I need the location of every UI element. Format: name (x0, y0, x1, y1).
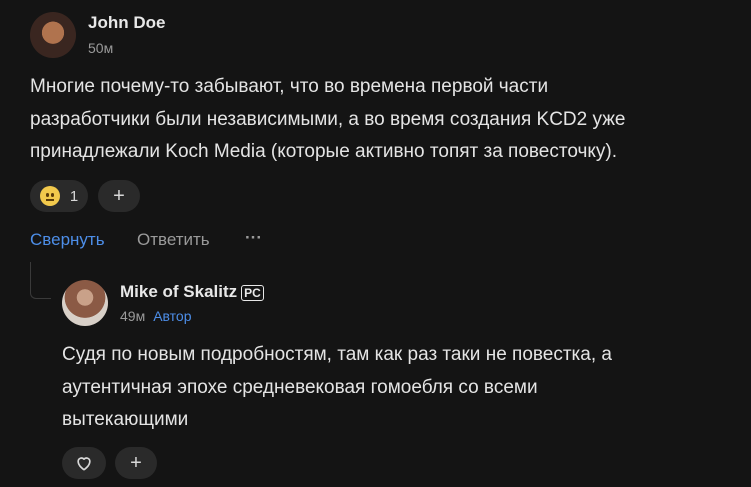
like-button[interactable] (62, 447, 106, 479)
author-badge: Автор (153, 308, 192, 324)
reply-button[interactable]: Ответить (137, 230, 210, 250)
reply-meta: 49м Автор (120, 308, 192, 324)
platform-badge: PC (241, 285, 264, 301)
comment-time: 50м (88, 40, 114, 56)
heart-icon (77, 457, 91, 471)
reply-author: Mike of Skalitz PC (120, 282, 264, 302)
reply-text: Судя по новым подробностям, там как раз … (62, 339, 612, 437)
more-icon[interactable]: ··· (245, 228, 262, 248)
collapse-button[interactable]: Свернуть (30, 230, 105, 250)
reply-time: 49м (120, 308, 146, 324)
thread-connector (30, 262, 51, 299)
reaction-count: 1 (69, 187, 79, 205)
neutral-face-emoji-icon (39, 186, 60, 206)
add-reaction-button[interactable]: + (98, 180, 140, 212)
reply-text-line: аутентичная эпохе средневековая гомоебля… (62, 376, 538, 398)
plus-icon: + (130, 451, 142, 474)
comment-text-line: разработчики были независимыми, а во вре… (30, 108, 626, 130)
comment-text: Многие почему-то забывают, что во времен… (30, 71, 626, 169)
reply-text-line: вытекающими (62, 409, 189, 430)
comment-text-line: принадлежали Koch Media (которые активно… (30, 141, 618, 162)
reaction-button[interactable]: 1 (30, 180, 88, 212)
avatar[interactable] (62, 280, 108, 326)
add-reaction-button[interactable]: + (115, 447, 157, 479)
reply-text-line: Судя по новым подробностям, там как раз … (62, 344, 612, 365)
avatar[interactable] (30, 12, 76, 58)
reply-author-name[interactable]: Mike of Skalitz (120, 282, 237, 301)
plus-icon: + (113, 184, 125, 207)
author-name[interactable]: John Doe (88, 13, 165, 33)
comment-text-line: Многие почему-то забывают, что во времен… (30, 76, 549, 97)
